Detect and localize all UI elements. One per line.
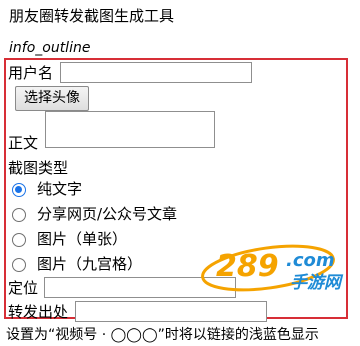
- radio-nine-grid-label: 图片（九宫格）: [37, 255, 143, 273]
- radio-share-webpage-label: 分享网页/公众号文章: [37, 205, 178, 223]
- radio-single-image-label: 图片（单张）: [37, 230, 128, 248]
- username-label: 用户名: [8, 64, 54, 82]
- page: 朋友圈转发截图生成工具 info_outline 用户名 选择头像 正文 截图类…: [0, 0, 360, 346]
- watermark-com: .com: [286, 250, 335, 271]
- watermark-number: 289: [216, 249, 279, 284]
- radio-plain-text[interactable]: [12, 183, 26, 197]
- info-outline-label: info_outline: [9, 40, 91, 56]
- body-textarea[interactable]: [45, 111, 215, 148]
- radio-nine-grid[interactable]: [12, 258, 26, 272]
- username-input[interactable]: [60, 62, 252, 83]
- screenshot-type-label: 截图类型: [8, 159, 69, 177]
- page-title: 朋友圈转发截图生成工具: [9, 7, 175, 25]
- forward-source-input[interactable]: [75, 301, 267, 322]
- radio-plain-text-label: 纯文字: [37, 180, 83, 198]
- choose-avatar-button[interactable]: 选择头像: [15, 86, 89, 111]
- radio-single-image[interactable]: [12, 233, 26, 247]
- footer-note: 设置为“视频号 · ◯◯◯”时将以链接的浅蓝色显示: [6, 327, 319, 343]
- body-label: 正文: [8, 134, 39, 152]
- radio-share-webpage[interactable]: [12, 208, 26, 222]
- forward-source-label: 转发出处: [8, 303, 69, 321]
- watermark-brand: 手游网: [290, 273, 344, 293]
- watermark-graphic: 289 .com 手游网: [201, 244, 344, 293]
- location-label: 定位: [8, 279, 39, 297]
- site-watermark-logo: 289 .com 手游网: [198, 236, 354, 296]
